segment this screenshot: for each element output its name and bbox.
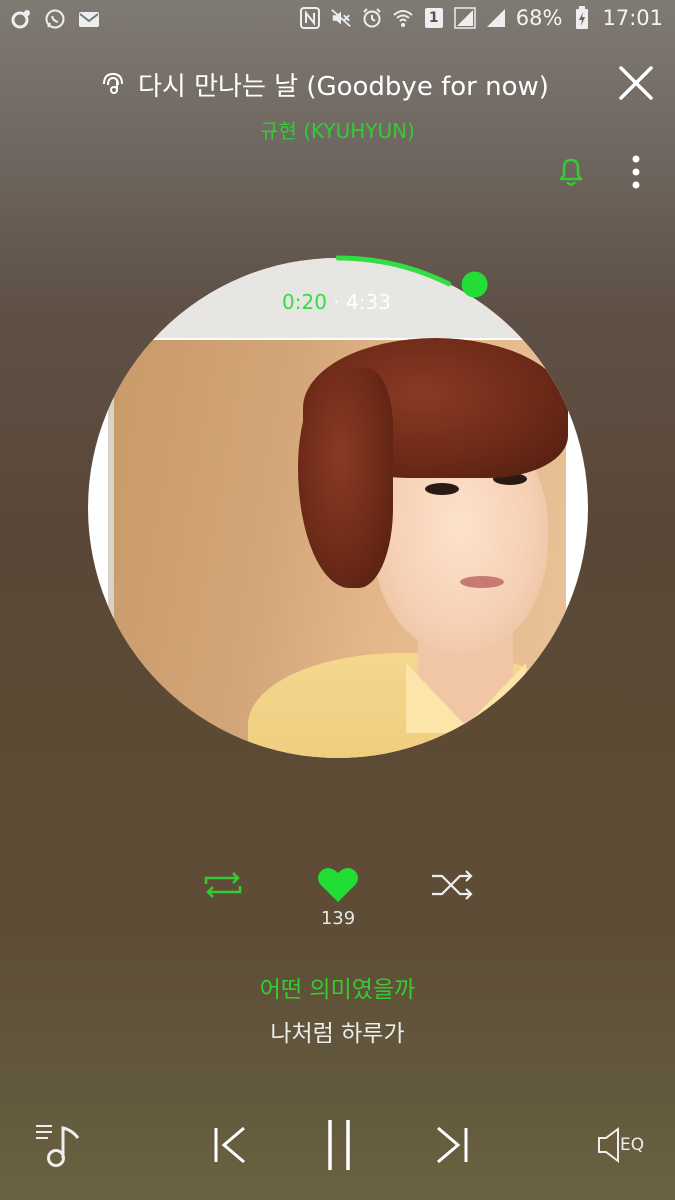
shuffle-button[interactable] (430, 868, 476, 902)
nfc-icon (299, 7, 321, 29)
pause-button[interactable] (322, 1118, 356, 1172)
song-title: 다시 만나는 날 (Goodbye for now) (138, 72, 549, 102)
mute-icon (330, 7, 352, 29)
battery-percent: 68% (515, 6, 563, 30)
heart-icon (318, 867, 358, 902)
like-button[interactable] (315, 864, 361, 906)
progress-knob[interactable] (461, 271, 488, 298)
mail-icon (78, 8, 100, 30)
repeat-button[interactable] (200, 868, 246, 902)
playlist-icon (36, 1125, 80, 1167)
app-icon (10, 8, 32, 30)
music-note-icon (100, 68, 130, 98)
lyric-next-line[interactable]: 나처럼 하루가 (0, 1014, 675, 1048)
battery-charging-icon (571, 6, 593, 29)
total-time: 4:33 (346, 290, 391, 314)
notification-button[interactable] (553, 153, 589, 189)
clock: 17:01 (602, 6, 663, 30)
wifi-icon (392, 7, 414, 29)
bell-icon (559, 158, 583, 186)
status-bar: 1 68% 17:01 (0, 0, 675, 40)
skip-next-icon (437, 1126, 468, 1164)
equalizer-button[interactable]: EQ (596, 1124, 652, 1166)
title-row: 다시 만나는 날 (Goodbye for now) (0, 62, 675, 104)
like-count: 139 (320, 908, 356, 929)
repeat-icon (204, 872, 242, 898)
signal-icon (454, 7, 476, 29)
time-display: 0:20 · 4:33 (282, 290, 391, 314)
time-separator: · (326, 290, 346, 314)
current-time: 0:20 (282, 290, 327, 314)
pause-icon (328, 1120, 350, 1170)
skip-previous-icon (214, 1126, 245, 1164)
close-button[interactable] (615, 62, 657, 104)
alarm-icon (361, 7, 383, 29)
lyric-current-line[interactable]: 어떤 의미였을까 (0, 970, 675, 1004)
eq-label: EQ (620, 1135, 645, 1155)
whatsapp-icon (44, 8, 66, 30)
playlist-button[interactable] (34, 1120, 84, 1170)
more-options-button[interactable] (622, 153, 650, 193)
signal-icon-2 (485, 7, 507, 29)
close-icon (619, 66, 653, 100)
more-vertical-icon (632, 155, 640, 189)
next-button[interactable] (430, 1124, 472, 1166)
previous-button[interactable] (210, 1124, 252, 1166)
sim-icon: 1 (423, 7, 445, 29)
shuffle-icon (432, 870, 473, 900)
progress-arc (335, 255, 452, 287)
artist-name[interactable]: 규현 (KYUHYUN) (0, 115, 675, 144)
